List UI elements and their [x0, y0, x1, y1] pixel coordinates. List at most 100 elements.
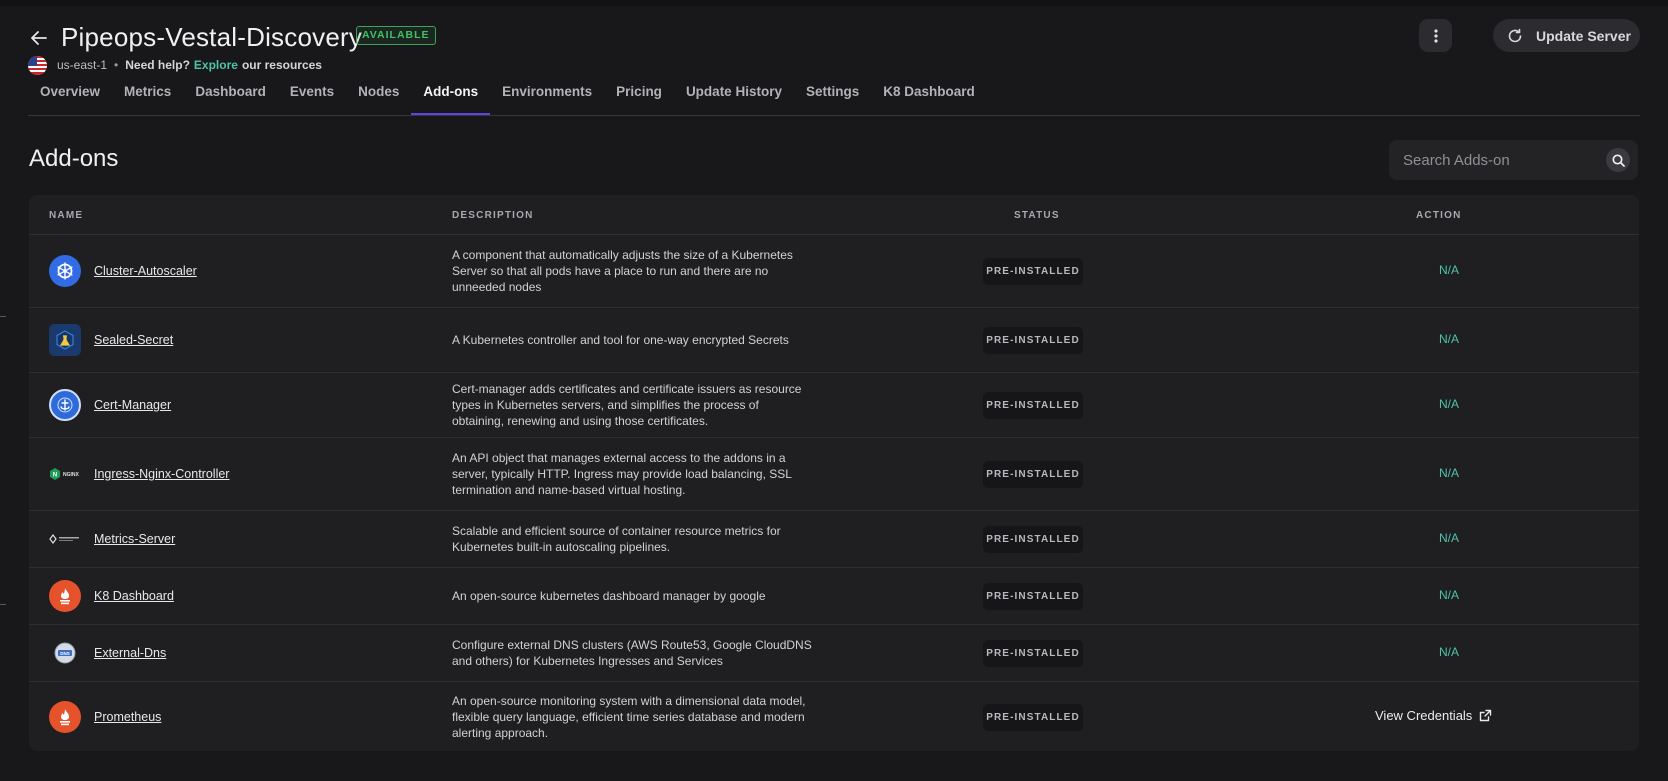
- status-pill: PRE-INSTALLED: [983, 583, 1083, 610]
- us-flag-icon: [28, 55, 47, 75]
- arrow-left-icon: [31, 31, 47, 45]
- table-row: Cluster-Autoscaler A component that auto…: [29, 235, 1639, 308]
- external-dns-icon: DNS: [49, 637, 81, 669]
- tab-environments[interactable]: Environments: [490, 79, 604, 115]
- status-pill: PRE-INSTALLED: [983, 327, 1083, 354]
- action-na: N/A: [1438, 397, 1459, 411]
- table-row: Metrics-Server Scalable and efficient so…: [29, 511, 1639, 568]
- refresh-icon: [1508, 28, 1522, 42]
- table-row: DNS External-Dns Configure external DNS …: [29, 625, 1639, 682]
- nginx-icon: N NGINX: [49, 458, 81, 490]
- separator-dot: •: [114, 58, 119, 72]
- addon-name-link[interactable]: Metrics-Server: [94, 532, 175, 546]
- tab-bar: Overview Metrics Dashboard Events Nodes …: [28, 79, 1640, 116]
- status-pill: PRE-INSTALLED: [983, 258, 1083, 285]
- search-box: [1389, 140, 1638, 180]
- addon-name-link[interactable]: Ingress-Nginx-Controller: [94, 467, 229, 481]
- view-credentials-link[interactable]: View Credentials: [1375, 708, 1492, 723]
- prometheus-flame-icon: [49, 701, 81, 733]
- addon-name-link[interactable]: Cluster-Autoscaler: [94, 264, 197, 278]
- update-server-button[interactable]: Update Server: [1493, 19, 1640, 52]
- column-header-name: NAME: [49, 210, 84, 221]
- explore-rest-text: our resources: [241, 58, 322, 72]
- back-button[interactable]: [28, 27, 50, 49]
- name-cell: Metrics-Server: [49, 511, 175, 567]
- view-credentials-label: View Credentials: [1375, 708, 1473, 723]
- table-row: Cert-Manager Cert-manager adds certifica…: [29, 373, 1639, 438]
- external-link-icon: [1480, 709, 1492, 722]
- table-row: Sealed-Secret A Kubernetes controller an…: [29, 308, 1639, 373]
- region-label: us-east-1: [57, 58, 108, 72]
- column-header-description: DESCRIPTION: [452, 210, 534, 221]
- help-text: Need help?: [125, 58, 190, 72]
- addon-name-link[interactable]: K8 Dashboard: [94, 589, 174, 603]
- prometheus-flame-icon: [49, 580, 81, 612]
- addon-name-link[interactable]: Sealed-Secret: [94, 333, 173, 347]
- search-icon: [1611, 153, 1625, 167]
- tab-dashboard[interactable]: Dashboard: [183, 79, 278, 115]
- tab-add-ons[interactable]: Add-ons: [411, 79, 491, 115]
- page-header: Pipeops-Vestal-Discovery AVAILABLE us-ea…: [28, 19, 1640, 75]
- page-title: Pipeops-Vestal-Discovery: [61, 22, 363, 52]
- name-cell: Cluster-Autoscaler: [49, 235, 197, 307]
- table-row: Prometheus An open-source monitoring sys…: [29, 682, 1639, 751]
- action-na: N/A: [1438, 531, 1459, 545]
- cert-manager-icon: [49, 389, 81, 421]
- more-options-button[interactable]: [1419, 19, 1452, 52]
- description-cell: A component that automatically adjusts t…: [452, 248, 793, 294]
- status-pill: PRE-INSTALLED: [983, 392, 1083, 419]
- status-pill: PRE-INSTALLED: [983, 704, 1083, 731]
- name-cell: Prometheus: [49, 682, 161, 751]
- table-header: NAME DESCRIPTION STATUS ACTION: [29, 195, 1639, 235]
- name-cell: N NGINX Ingress-Nginx-Controller: [49, 438, 229, 510]
- update-server-label: Update Server: [1536, 27, 1631, 44]
- action-na: N/A: [1438, 466, 1459, 480]
- name-cell: Sealed-Secret: [49, 308, 173, 372]
- search-button[interactable]: [1606, 148, 1630, 172]
- table-row: N NGINX Ingress-Nginx-Controller An API o…: [29, 438, 1639, 511]
- description-cell: An open-source kubernetes dashboard mana…: [452, 589, 766, 603]
- column-header-action: ACTION: [1416, 210, 1462, 221]
- action-na: N/A: [1438, 645, 1459, 659]
- vertical-dots-icon: [1433, 28, 1438, 43]
- section-title: Add-ons: [29, 145, 119, 172]
- description-cell: Cert-manager adds certificates and certi…: [452, 382, 802, 428]
- svg-text:N: N: [53, 473, 57, 479]
- status-pill: PRE-INSTALLED: [983, 640, 1083, 667]
- side-marker: [0, 316, 6, 317]
- addon-name-link[interactable]: Cert-Manager: [94, 398, 171, 412]
- metrics-server-icon: [49, 523, 81, 555]
- region-line: us-east-1 • Need help? Explore our resou…: [28, 55, 322, 75]
- svg-text:DNS: DNS: [60, 651, 70, 656]
- explore-link[interactable]: Explore: [194, 58, 238, 72]
- tab-k8-dashboard[interactable]: K8 Dashboard: [871, 79, 987, 115]
- tab-metrics[interactable]: Metrics: [112, 79, 183, 115]
- kubernetes-wheel-icon: [49, 255, 81, 287]
- action-na: N/A: [1438, 332, 1459, 346]
- tab-pricing[interactable]: Pricing: [604, 79, 674, 115]
- description-cell: A Kubernetes controller and tool for one…: [452, 333, 789, 347]
- status-pill: PRE-INSTALLED: [983, 461, 1083, 488]
- sealed-secret-icon: [49, 324, 81, 356]
- tab-overview[interactable]: Overview: [28, 79, 112, 115]
- description-cell: An API object that manages external acce…: [452, 451, 792, 497]
- svg-text:NGINX: NGINX: [63, 472, 80, 478]
- column-header-status: STATUS: [1014, 210, 1060, 221]
- status-pill: PRE-INSTALLED: [983, 526, 1083, 553]
- table-row: K8 Dashboard An open-source kubernetes d…: [29, 568, 1639, 625]
- addon-name-link[interactable]: External-Dns: [94, 646, 166, 660]
- side-marker: [0, 604, 6, 605]
- action-na: N/A: [1438, 588, 1459, 602]
- addon-name-link[interactable]: Prometheus: [94, 710, 161, 724]
- tab-events[interactable]: Events: [278, 79, 346, 115]
- top-strip: [0, 0, 1668, 6]
- tab-update-history[interactable]: Update History: [674, 79, 794, 115]
- name-cell: Cert-Manager: [49, 373, 171, 437]
- description-cell: An open-source monitoring system with a …: [452, 694, 806, 740]
- description-cell: Configure external DNS clusters (AWS Rou…: [452, 638, 812, 668]
- search-input[interactable]: [1403, 151, 1593, 169]
- description-cell: Scalable and efficient source of contain…: [452, 524, 781, 554]
- action-na: N/A: [1438, 263, 1459, 277]
- tab-nodes[interactable]: Nodes: [346, 79, 411, 115]
- tab-settings[interactable]: Settings: [794, 79, 871, 115]
